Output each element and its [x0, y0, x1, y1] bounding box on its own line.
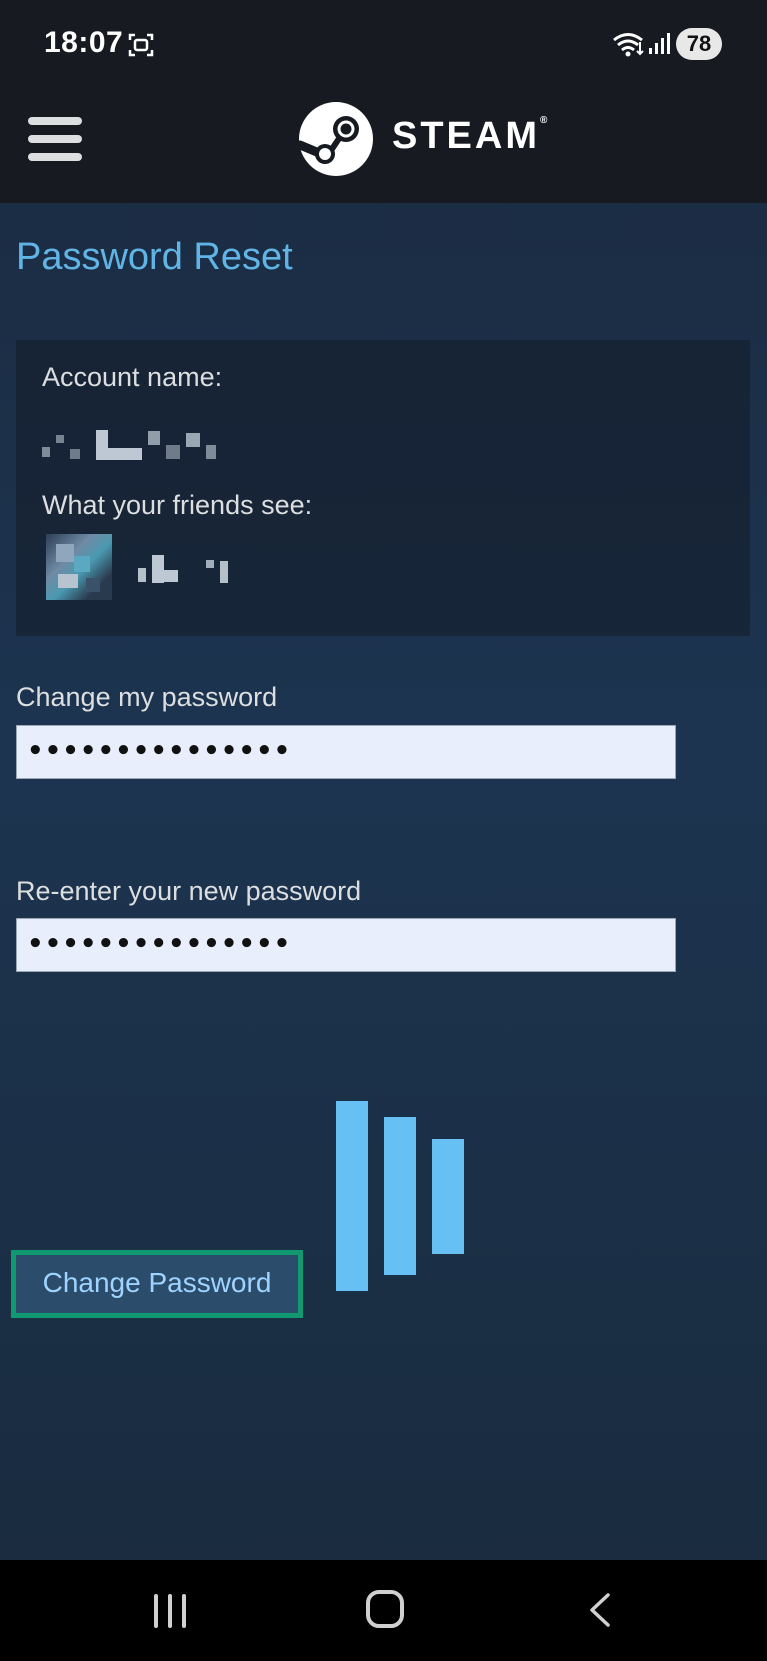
recent-apps-icon[interactable] — [154, 1594, 190, 1628]
status-time: 18:07 — [44, 26, 124, 59]
app-header: STEAM® — [0, 95, 767, 203]
status-bar: 18:07 78 — [0, 0, 767, 95]
reenter-password-label: Re-enter your new password — [16, 876, 362, 906]
home-icon[interactable] — [366, 1590, 404, 1628]
display-name-redacted — [138, 552, 228, 586]
avatar — [46, 534, 112, 600]
new-password-label: Change my password — [16, 682, 278, 712]
steam-logo-icon[interactable] — [296, 99, 376, 179]
battery-badge: 78 — [676, 28, 722, 60]
account-panel: Account name: What your friends see: — [16, 340, 750, 636]
loading-bar — [432, 1139, 464, 1254]
loading-indicator-icon — [336, 1101, 466, 1291]
signal-icon — [649, 33, 670, 54]
reenter-password-input[interactable]: ••••••••••••••• — [16, 918, 676, 972]
steam-wordmark: STEAM® — [392, 115, 548, 157]
wifi-icon — [613, 33, 644, 57]
nav-bar — [0, 1560, 767, 1661]
loading-bar — [384, 1117, 416, 1275]
page-title: Password Reset — [16, 236, 293, 278]
screen: 18:07 78 STEAM® Password Reset Account n… — [0, 0, 767, 1661]
loading-bar — [336, 1101, 368, 1291]
account-name-value-redacted — [42, 424, 216, 466]
change-password-button[interactable]: Change Password — [11, 1250, 303, 1318]
screen-record-icon — [128, 33, 154, 57]
new-password-input[interactable]: ••••••••••••••• — [16, 725, 676, 779]
friends-see-label: What your friends see: — [42, 490, 313, 520]
account-name-label: Account name: — [42, 362, 223, 392]
menu-icon[interactable] — [28, 115, 84, 165]
back-icon[interactable] — [586, 1592, 614, 1628]
